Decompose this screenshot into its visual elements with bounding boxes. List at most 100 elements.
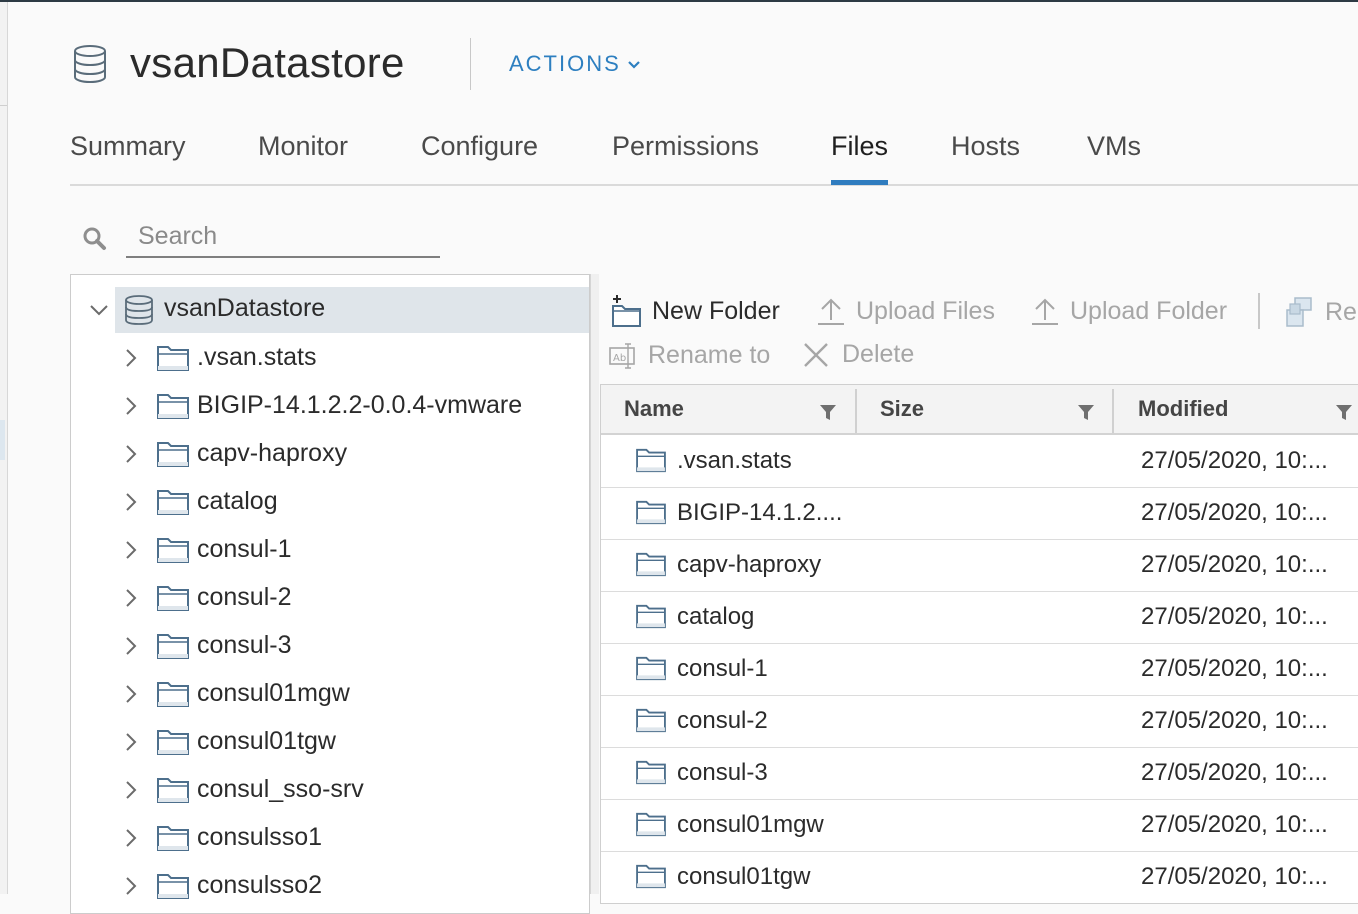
panel-splitter[interactable] xyxy=(590,274,599,894)
cell-modified: 27/05/2020, 10:... xyxy=(1141,447,1328,474)
chevron-right-icon[interactable] xyxy=(121,684,141,704)
chevron-right-icon[interactable] xyxy=(121,396,141,416)
toolbar-divider xyxy=(1258,293,1260,329)
cell-modified: 27/05/2020, 10:... xyxy=(1141,655,1328,682)
datastore-icon xyxy=(74,45,106,84)
tree-item-label: consul_sso-srv xyxy=(197,775,364,803)
table-row[interactable]: capv-haproxy 27/05/2020, 10:... xyxy=(601,539,1358,592)
folder-icon xyxy=(157,490,189,515)
chevron-right-icon[interactable] xyxy=(121,348,141,368)
tab-monitor[interactable]: Monitor xyxy=(258,126,348,166)
upload-folder-label: Upload Folder xyxy=(1070,296,1228,325)
cell-name: consul-2 xyxy=(677,707,768,734)
rename-button[interactable]: Ab Rename to xyxy=(608,340,770,370)
tree-item[interactable]: consulsso1 xyxy=(71,814,589,862)
tree-item[interactable]: .vsan.stats xyxy=(71,334,589,382)
table-row[interactable]: consul01tgw 27/05/2020, 10:... xyxy=(601,851,1358,903)
files-grid: Name Size Modified .vsan.stats 27/05/2020… xyxy=(600,384,1358,904)
chevron-right-icon[interactable] xyxy=(121,828,141,848)
column-resize-handle[interactable] xyxy=(855,389,857,433)
column-header-name[interactable]: Name xyxy=(624,385,684,433)
table-row[interactable]: consul01mgw 27/05/2020, 10:... xyxy=(601,799,1358,852)
folder-icon xyxy=(157,634,189,659)
folder-tree[interactable]: vsanDatastore .vsan.stats BIGIP-14.1.2.2… xyxy=(70,274,590,914)
tree-item-label: consul-3 xyxy=(197,631,292,659)
cell-name: consul-1 xyxy=(677,655,768,682)
register-vm-button[interactable]: Reg xyxy=(1283,296,1358,328)
tree-item[interactable]: catalog xyxy=(71,478,589,526)
delete-label: Delete xyxy=(842,340,915,368)
table-row[interactable]: BIGIP-14.1.2.... 27/05/2020, 10:... xyxy=(601,487,1358,540)
tab-hosts[interactable]: Hosts xyxy=(951,126,1020,166)
folder-icon xyxy=(636,656,666,681)
chevron-down-icon xyxy=(628,61,640,69)
actions-menu-button[interactable]: ACTIONS xyxy=(509,50,641,78)
chevron-right-icon[interactable] xyxy=(121,540,141,560)
column-resize-handle[interactable] xyxy=(1112,389,1114,433)
table-row[interactable]: consul-2 27/05/2020, 10:... xyxy=(601,695,1358,748)
filter-icon[interactable] xyxy=(1077,403,1095,421)
table-row[interactable]: catalog 27/05/2020, 10:... xyxy=(601,591,1358,644)
tree-item[interactable]: consul01mgw xyxy=(71,670,589,718)
cell-modified: 27/05/2020, 10:... xyxy=(1141,811,1328,838)
tree-item[interactable]: capv-haproxy xyxy=(71,430,589,478)
filter-icon[interactable] xyxy=(819,403,837,421)
cell-name: consul-3 xyxy=(677,759,768,786)
tree-item-label: consulsso2 xyxy=(197,871,323,899)
tree-item-label: BIGIP-14.1.2.2-0.0.4-vmware xyxy=(197,391,523,419)
tree-item[interactable]: consul01tgw xyxy=(71,718,589,766)
column-header-modified[interactable]: Modified xyxy=(1138,385,1228,433)
folder-icon xyxy=(157,538,189,563)
upload-icon xyxy=(818,298,844,325)
filter-icon[interactable] xyxy=(1335,403,1353,421)
tab-files[interactable]: Files xyxy=(831,126,889,185)
tree-item[interactable]: consulsso2 xyxy=(71,862,589,910)
svg-text:Ab: Ab xyxy=(613,353,626,364)
cell-name: catalog xyxy=(677,603,755,630)
chevron-right-icon[interactable] xyxy=(121,492,141,512)
folder-icon xyxy=(636,552,666,577)
search-icon xyxy=(83,227,106,250)
tree-item[interactable]: consul_sso-srv xyxy=(71,766,589,814)
table-row[interactable]: .vsan.stats 27/05/2020, 10:... xyxy=(601,435,1358,488)
page-title: vsanDatastore xyxy=(130,39,405,86)
upload-folder-button[interactable]: Upload Folder xyxy=(1030,296,1227,326)
left-nav-rail[interactable] xyxy=(0,2,8,894)
rail-selected-indicator xyxy=(0,420,5,460)
chevron-down-icon[interactable] xyxy=(89,300,109,320)
rail-divider xyxy=(0,105,7,106)
close-icon xyxy=(804,342,828,367)
cell-name: capv-haproxy xyxy=(677,551,822,578)
cell-name: consul01tgw xyxy=(677,863,811,890)
chevron-right-icon[interactable] xyxy=(121,444,141,464)
tree-root-label: vsanDatastore xyxy=(164,294,326,322)
chevron-right-icon[interactable] xyxy=(121,780,141,800)
tree-root-item[interactable]: vsanDatastore xyxy=(71,286,589,334)
chevron-right-icon[interactable] xyxy=(121,588,141,608)
table-row[interactable]: consul-3 27/05/2020, 10:... xyxy=(601,747,1358,800)
tree-item-label: consul01tgw xyxy=(197,727,336,755)
tab-configure[interactable]: Configure xyxy=(421,126,538,166)
folder-icon xyxy=(636,760,666,785)
tree-item[interactable]: BIGIP-14.1.2.2-0.0.4-vmware xyxy=(71,382,589,430)
folder-icon xyxy=(636,864,666,889)
cell-name: .vsan.stats xyxy=(677,447,792,474)
chevron-right-icon[interactable] xyxy=(121,876,141,896)
tree-item-label: .vsan.stats xyxy=(197,343,317,371)
tree-item[interactable]: consul-3 xyxy=(71,622,589,670)
register-vm-icon xyxy=(1286,297,1312,327)
tree-item[interactable]: consul-2 xyxy=(71,574,589,622)
table-row[interactable]: consul-1 27/05/2020, 10:... xyxy=(601,643,1358,696)
column-header-size[interactable]: Size xyxy=(880,385,924,433)
tree-item[interactable]: consul-1 xyxy=(71,526,589,574)
chevron-right-icon[interactable] xyxy=(121,732,141,752)
search-input[interactable] xyxy=(126,216,440,258)
new-folder-button[interactable]: New Folder xyxy=(610,294,780,328)
tab-permissions[interactable]: Permissions xyxy=(612,126,759,166)
tab-summary[interactable]: Summary xyxy=(70,126,186,166)
upload-files-label: Upload Files xyxy=(856,296,995,325)
tab-vms[interactable]: VMs xyxy=(1087,126,1141,166)
upload-files-button[interactable]: Upload Files xyxy=(816,296,995,326)
delete-button[interactable]: Delete xyxy=(802,340,914,369)
chevron-right-icon[interactable] xyxy=(121,636,141,656)
